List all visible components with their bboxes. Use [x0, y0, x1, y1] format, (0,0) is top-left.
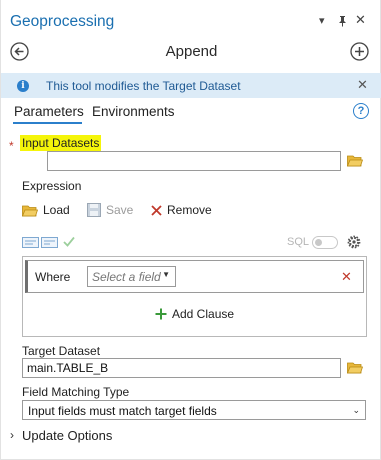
where-clause-row: [25, 260, 364, 293]
field-select-placeholder: Select a field: [92, 270, 161, 284]
close-pane-icon[interactable]: ✕: [355, 13, 366, 26]
add-clause-button[interactable]: Add Clause: [155, 307, 234, 321]
chevron-down-icon: ⌄: [352, 405, 360, 415]
remove-label: Remove: [167, 203, 212, 217]
pane-title: Geoprocessing: [10, 13, 115, 30]
add-tool-button[interactable]: [350, 42, 369, 61]
tool-title: Append: [165, 43, 218, 60]
pane-menu-icon[interactable]: ▾: [319, 15, 325, 27]
active-tab-indicator: [13, 122, 82, 124]
clause-mode-icon[interactable]: [22, 237, 39, 251]
field-matching-dropdown[interactable]: Input fields must match target fields ⌄: [22, 400, 366, 420]
text-mode-icon[interactable]: [41, 237, 58, 251]
remove-button[interactable]: Remove: [151, 202, 212, 218]
info-icon: i: [17, 80, 29, 92]
info-bar: i This tool modifies the Target Dataset …: [1, 73, 381, 98]
tab-environments[interactable]: Environments: [92, 104, 175, 119]
tab-parameters[interactable]: Parameters: [14, 104, 84, 119]
add-clause-label: Add Clause: [172, 307, 235, 321]
load-label: Load: [43, 203, 70, 217]
target-dataset-field[interactable]: main.TABLE_B: [22, 358, 341, 378]
remove-x-icon: [151, 204, 162, 216]
expand-chevron-icon[interactable]: ›: [10, 428, 14, 442]
info-message: This tool modifies the Target Dataset: [46, 79, 241, 93]
browse-folder-icon[interactable]: [346, 154, 364, 167]
sql-label: SQL: [287, 236, 310, 248]
required-marker: *: [9, 139, 14, 153]
target-dataset-label: Target Dataset: [22, 344, 101, 358]
field-select[interactable]: Select a field ▼: [87, 266, 176, 287]
load-button[interactable]: Load: [22, 202, 70, 218]
save-icon: [87, 203, 101, 217]
expression-label: Expression: [22, 179, 82, 193]
field-matching-label: Field Matching Type: [22, 385, 130, 399]
plus-circle-icon: [350, 42, 369, 61]
pin-icon[interactable]: [337, 15, 348, 30]
input-datasets-field[interactable]: [47, 151, 341, 171]
where-label: Where: [35, 270, 71, 284]
gear-icon[interactable]: [346, 234, 362, 253]
delete-clause-icon[interactable]: ✕: [341, 269, 352, 285]
save-label: Save: [106, 203, 134, 217]
verify-check-icon[interactable]: [63, 236, 75, 250]
browse-target-folder-icon[interactable]: [346, 361, 364, 374]
chevron-down-icon: ▼: [162, 270, 170, 279]
sql-toggle-knob: [315, 239, 322, 246]
field-matching-value: Input fields must match target fields: [28, 404, 217, 418]
dismiss-info-icon[interactable]: ✕: [357, 77, 368, 93]
help-icon[interactable]: ?: [353, 103, 369, 119]
plus-icon: [155, 308, 167, 320]
open-folder-icon: [22, 205, 38, 216]
update-options-section[interactable]: Update Options: [22, 428, 112, 443]
input-datasets-label: Input Datasets: [20, 135, 102, 151]
sql-toggle[interactable]: [312, 236, 338, 249]
save-button[interactable]: Save: [87, 202, 133, 218]
geoprocessing-pane: Geoprocessing ▾ ✕ Append i This tool mod…: [0, 0, 381, 460]
